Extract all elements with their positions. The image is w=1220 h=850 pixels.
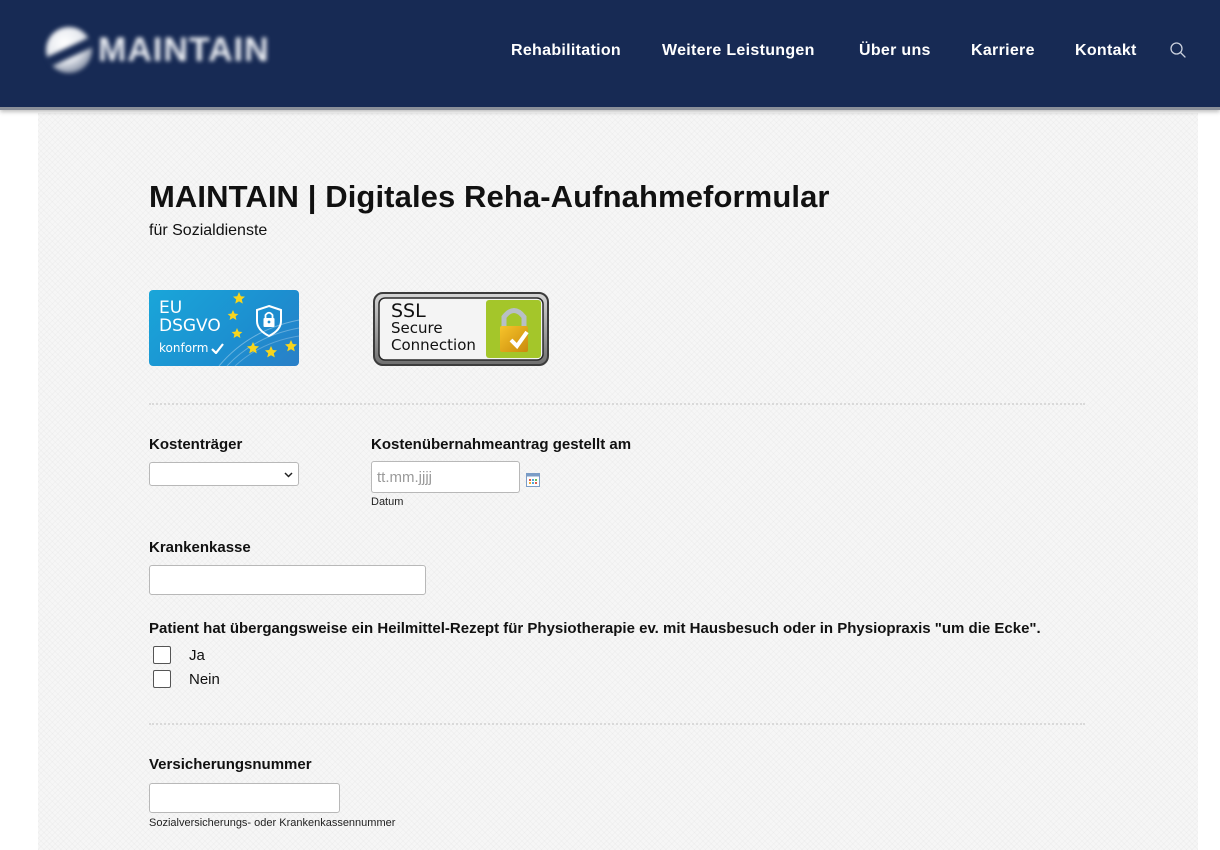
ssl-badge-line2: Secure <box>391 319 443 337</box>
nav-item-rehabilitation[interactable]: Rehabilitation <box>511 42 621 60</box>
search-icon[interactable] <box>1169 41 1187 59</box>
eu-badge-line2: DSGVO <box>159 316 221 336</box>
main-nav: Rehabilitation Weitere Leistungen Über u… <box>0 40 1220 62</box>
site-header: MAINTAIN Rehabilitation Weitere Leistung… <box>0 0 1220 110</box>
nav-item-karriere[interactable]: Karriere <box>971 42 1035 60</box>
nav-item-kontakt[interactable]: Kontakt <box>1075 42 1137 60</box>
versicherungsnummer-sublabel: Sozialversicherungs- oder Krankenkassenn… <box>149 817 396 829</box>
nav-item-weitere-leistungen[interactable]: Weitere Leistungen <box>662 42 815 60</box>
section-divider <box>149 403 1085 405</box>
chevron-down-icon <box>284 472 293 478</box>
versicherungsnummer-input[interactable] <box>149 783 340 813</box>
antrag-date-sublabel: Datum <box>371 496 404 508</box>
kostentraeger-label: Kostenträger <box>149 436 243 453</box>
antrag-date-input[interactable] <box>371 461 520 493</box>
kostentraeger-select[interactable] <box>149 462 299 486</box>
rezept-option-ja-checkbox[interactable] <box>153 646 171 664</box>
eu-badge-line1: EU <box>159 298 183 318</box>
calendar-icon[interactable] <box>526 473 540 487</box>
eu-dsgvo-badge: EU DSGVO konform <box>149 290 299 366</box>
padlock-icon <box>500 308 529 352</box>
form-container: MAINTAIN | Digitales Reha-Aufnahmeformul… <box>38 113 1198 850</box>
ssl-badge-line1: SSL <box>391 300 426 322</box>
rezept-option-ja-label[interactable]: Ja <box>189 647 205 664</box>
rezept-question-label: Patient hat übergangsweise ein Heilmitte… <box>149 620 1041 637</box>
nav-item-ueber-uns[interactable]: Über uns <box>859 42 931 60</box>
ssl-secure-badge: SSL Secure Connection <box>373 292 549 366</box>
page-title: MAINTAIN | Digitales Reha-Aufnahmeformul… <box>149 179 830 214</box>
krankenkasse-input[interactable] <box>149 565 426 595</box>
checkmark-icon <box>211 342 225 354</box>
versicherungsnummer-label: Versicherungsnummer <box>149 756 312 773</box>
section-divider <box>149 723 1085 725</box>
rezept-option-nein-label[interactable]: Nein <box>189 671 220 688</box>
page-subtitle: für Sozialdienste <box>149 222 268 239</box>
eu-badge-line3: konform <box>159 341 209 355</box>
rezept-option-nein-checkbox[interactable] <box>153 670 171 688</box>
ssl-badge-line3: Connection <box>391 336 476 354</box>
antrag-date-label: Kostenübernahmeantrag gestellt am <box>371 436 632 453</box>
krankenkasse-label: Krankenkasse <box>149 539 251 556</box>
